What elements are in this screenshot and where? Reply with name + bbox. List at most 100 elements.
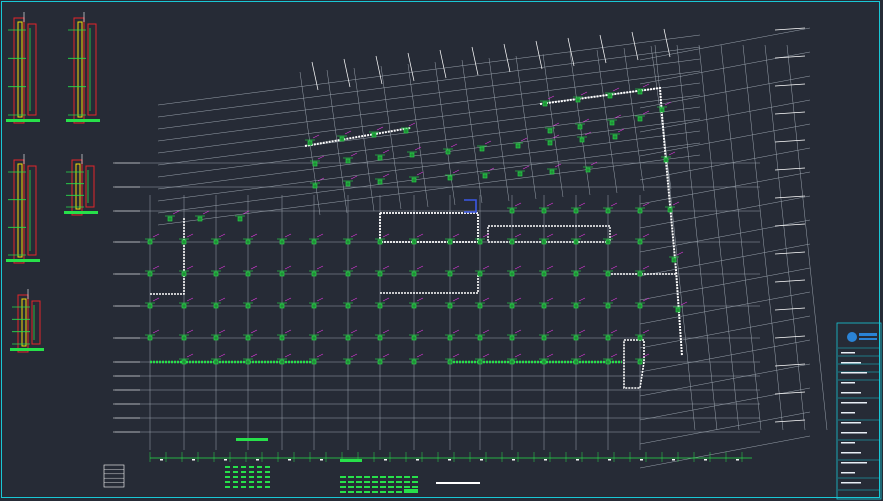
column-marker (181, 271, 187, 277)
rebar-tag (612, 87, 620, 92)
table-cell (241, 476, 246, 478)
grid-axis-rotated (786, 44, 828, 431)
table-cell (257, 476, 262, 478)
axis-leader (439, 49, 447, 79)
detail-core (21, 298, 27, 347)
column-marker (637, 239, 643, 245)
rebar-tag (642, 83, 650, 88)
rebar-tag (590, 161, 598, 166)
wall-segment (379, 212, 479, 243)
rebar-tag (610, 297, 618, 302)
column-marker (167, 216, 173, 222)
detail-outline (87, 23, 97, 116)
rebar-tag (186, 233, 194, 238)
rebar-tag (452, 265, 460, 270)
rebar-tag (316, 329, 324, 334)
dimension-mark (448, 459, 451, 461)
table-cell (249, 486, 254, 488)
table-cell (412, 476, 418, 478)
column-marker (377, 155, 383, 161)
table-cell (241, 466, 246, 468)
dimension-mark (288, 459, 291, 461)
table-cell (372, 481, 378, 483)
table-cell (380, 481, 386, 483)
column-marker (311, 335, 317, 341)
rebar-tag (186, 297, 194, 302)
column-marker (612, 134, 618, 140)
column-marker (181, 239, 187, 245)
table-cell (404, 486, 410, 488)
table-cell (388, 476, 394, 478)
column-marker (542, 101, 548, 107)
column-marker (517, 171, 523, 177)
table-cell (364, 481, 370, 483)
rebar-tag (416, 233, 424, 238)
axis-leader (774, 335, 806, 339)
column-marker (479, 146, 485, 152)
grid-axis-rotated (764, 44, 806, 431)
table-cell (364, 476, 370, 478)
column-marker (345, 359, 351, 365)
grid-axis-rotated (461, 59, 483, 204)
column-marker (637, 89, 643, 95)
column-marker (409, 152, 415, 158)
column-marker (245, 271, 251, 277)
grid-axis-rotated (720, 44, 762, 431)
axis-leader (774, 391, 806, 395)
rebar-tag (452, 169, 460, 174)
rebar-tag (284, 329, 292, 334)
title-block-text-line (841, 452, 861, 454)
dimension-mark (512, 459, 515, 461)
rebar-tag (186, 353, 194, 358)
column-marker (605, 359, 611, 365)
table-cell (249, 471, 254, 473)
column-marker (245, 335, 251, 341)
rebar-tag (546, 265, 554, 270)
detail-outline (27, 165, 37, 256)
table-cell (340, 486, 346, 488)
rebar-tag (350, 353, 358, 358)
table-cell (388, 486, 394, 488)
dimension-mark (416, 459, 419, 461)
wall-segment (487, 225, 611, 243)
rebar-tag (580, 91, 588, 96)
column-marker (447, 303, 453, 309)
title-block-text-line (841, 352, 855, 354)
column-marker (573, 359, 579, 365)
dimension-mark (256, 459, 259, 461)
rebar-tag (514, 353, 522, 358)
rebar-tag (250, 297, 258, 302)
column-marker (671, 257, 677, 263)
column-marker (447, 239, 453, 245)
grid-axis-rotated (639, 363, 811, 397)
dimension-mark (736, 459, 739, 461)
grid-axis-rotated (639, 195, 811, 229)
grid-axis-rotated (639, 219, 811, 253)
column-marker (541, 359, 547, 365)
table-cell (412, 481, 418, 483)
column-marker (345, 181, 351, 187)
rebar-tag (350, 297, 358, 302)
axis-leader (774, 223, 806, 227)
rebar-tag (284, 265, 292, 270)
rebar-tag (664, 101, 672, 106)
wall-segment (464, 199, 477, 213)
note-bar (236, 438, 268, 441)
title-block-text-line (841, 482, 861, 484)
rebar-tag (284, 297, 292, 302)
table-cell (249, 481, 254, 483)
column-marker (477, 239, 483, 245)
rebar-tag (642, 265, 650, 270)
detail-core (17, 21, 23, 118)
column-marker (311, 239, 317, 245)
table-cell (257, 466, 262, 468)
dimension-mark (544, 459, 547, 461)
table-cell (372, 486, 378, 488)
column-marker (279, 359, 285, 365)
column-marker (312, 161, 318, 167)
table-cell (249, 476, 254, 478)
detail-base (6, 259, 40, 262)
rebar-tag (416, 329, 424, 334)
column-marker (573, 303, 579, 309)
rebar-tag (452, 353, 460, 358)
